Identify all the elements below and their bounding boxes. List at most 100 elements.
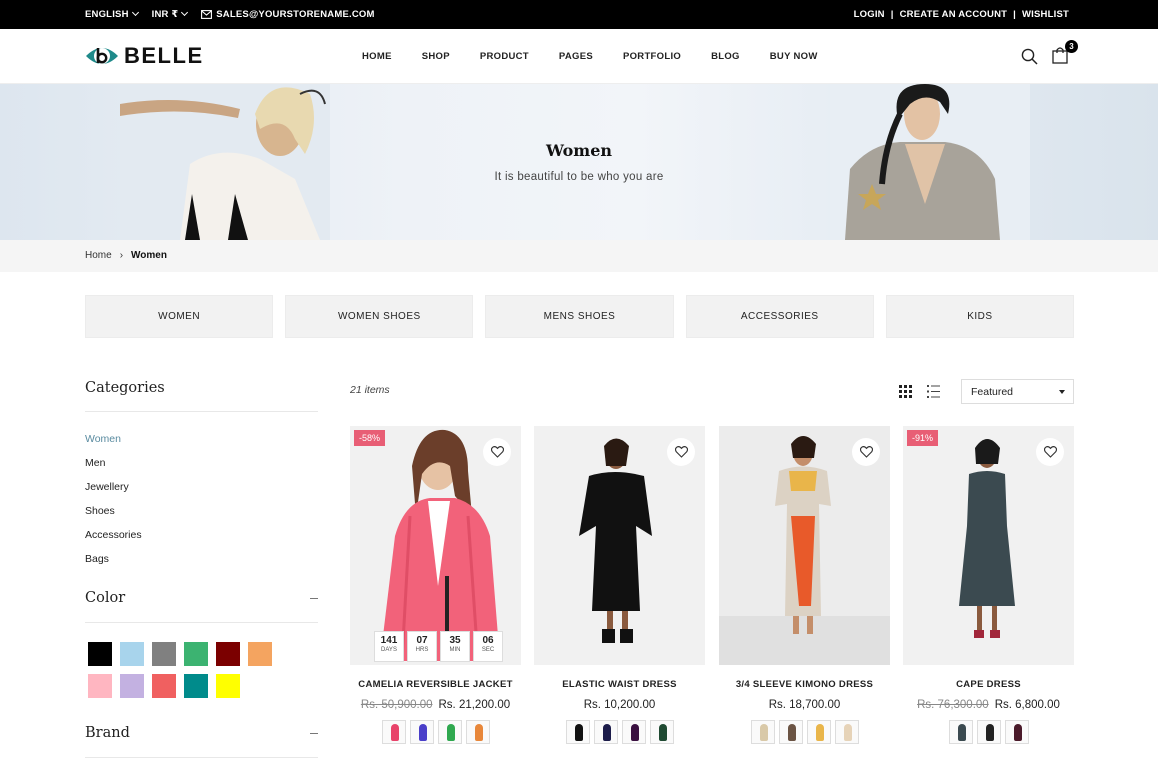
color-swatch[interactable] <box>88 642 112 666</box>
timer-minutes: 35 MIN <box>440 631 470 662</box>
category-link-jewellery[interactable]: Jewellery <box>85 479 142 503</box>
variant-thumbnail[interactable] <box>381 720 406 744</box>
wishlist-link[interactable]: WISHLIST <box>1022 9 1069 20</box>
nav-portfolio[interactable]: PORTFOLIO <box>623 51 681 62</box>
email-link[interactable]: SALES@YOURSTORENAME.COM <box>201 9 374 20</box>
product-name[interactable]: CAMELIA REVERSIBLE JACKET <box>350 679 521 690</box>
nav-blog[interactable]: BLOG <box>711 51 740 62</box>
wishlist-button[interactable] <box>852 438 880 466</box>
category-tiles: WOMEN WOMEN SHOES MENS SHOES ACCESSORIES… <box>85 295 1075 338</box>
category-tile-women[interactable]: WOMEN <box>85 295 274 338</box>
countdown-timer: 141 DAYS 07 HRS 35 MIN 06 SEC <box>374 631 503 662</box>
language-selector[interactable]: ENGLISH <box>85 8 139 20</box>
product-card[interactable]: -91% CAPE DRESS Rs. 76,300.00 Rs. 6,800.0… <box>903 426 1074 744</box>
category-link-accessories[interactable]: Accessories <box>85 527 142 551</box>
variant-thumbnail[interactable] <box>1004 720 1029 744</box>
product-name[interactable]: ELASTIC WAIST DRESS <box>534 679 705 690</box>
variant-figure <box>957 724 966 741</box>
breadcrumb-separator: › <box>119 250 124 261</box>
color-swatch[interactable] <box>216 642 240 666</box>
category-tile-women-shoes[interactable]: WOMEN SHOES <box>285 295 474 338</box>
color-swatch[interactable] <box>88 674 112 698</box>
variant-thumbnail[interactable] <box>976 720 1001 744</box>
collapse-minus-icon[interactable] <box>310 733 318 734</box>
product-image[interactable]: -58% 141 DAYS 07 HRS 35 MIN 06 SEC <box>350 426 521 665</box>
variant-swatches <box>534 720 705 744</box>
breadcrumb-home[interactable]: Home <box>85 250 112 261</box>
divider <box>85 622 318 623</box>
heart-icon <box>1043 446 1057 458</box>
cart-count-badge: 3 <box>1065 40 1078 53</box>
variant-figure <box>390 724 399 741</box>
variant-swatches <box>350 720 521 744</box>
product-card[interactable]: 3/4 SLEEVE KIMONO DRESS Rs. 18,700.00 <box>719 426 890 744</box>
variant-thumbnail[interactable] <box>778 720 803 744</box>
color-swatch[interactable] <box>216 674 240 698</box>
old-price: Rs. 76,300.00 <box>917 699 989 711</box>
category-link-women[interactable]: Women <box>85 431 142 455</box>
variant-thumbnail[interactable] <box>750 720 775 744</box>
nav-home[interactable]: HOME <box>362 51 392 62</box>
product-card[interactable]: -58% 141 DAYS 07 HRS 35 MIN 06 SEC CAMELIA R… <box>350 426 521 744</box>
create-account-link[interactable]: CREATE AN ACCOUNT <box>900 9 1008 20</box>
color-swatch[interactable] <box>248 642 272 666</box>
timer-label: DAYS <box>381 647 397 653</box>
variant-thumbnail[interactable] <box>593 720 618 744</box>
product-name[interactable]: 3/4 SLEEVE KIMONO DRESS <box>719 679 890 690</box>
wishlist-button[interactable] <box>1036 438 1064 466</box>
color-swatch[interactable] <box>120 674 144 698</box>
color-swatch[interactable] <box>152 642 176 666</box>
product-card[interactable]: ELASTIC WAIST DRESS Rs. 10,200.00 <box>534 426 705 744</box>
variant-thumbnail[interactable] <box>621 720 646 744</box>
wishlist-button[interactable] <box>483 438 511 466</box>
nav-pages[interactable]: PAGES <box>559 51 593 62</box>
timer-value: 07 <box>416 635 428 646</box>
product-image[interactable]: -91% <box>903 426 1074 665</box>
product-price: Rs. 76,300.00 Rs. 6,800.00 <box>903 699 1074 711</box>
variant-thumbnail[interactable] <box>465 720 490 744</box>
category-tile-kids[interactable]: KIDS <box>885 295 1075 338</box>
grid-view-icon[interactable] <box>899 385 912 398</box>
logo-mark-icon <box>86 48 118 64</box>
category-link-men[interactable]: Men <box>85 455 142 479</box>
heart-icon <box>490 446 504 458</box>
categories-heading: Categories <box>85 380 165 396</box>
category-link-shoes[interactable]: Shoes <box>85 503 142 527</box>
currency-selector[interactable]: INR ₹ <box>152 8 189 20</box>
nav-shop[interactable]: SHOP <box>422 51 450 62</box>
wishlist-button[interactable] <box>667 438 695 466</box>
color-swatch[interactable] <box>120 642 144 666</box>
nav-buy-now[interactable]: BUY NOW <box>770 51 818 62</box>
sort-select[interactable]: Featured <box>961 379 1074 404</box>
variant-figure <box>658 724 667 741</box>
variant-thumbnail[interactable] <box>834 720 859 744</box>
category-tile-accessories[interactable]: ACCESSORIES <box>685 295 874 338</box>
variant-figure <box>574 724 583 741</box>
color-swatch[interactable] <box>184 674 208 698</box>
search-icon[interactable] <box>1021 48 1038 65</box>
email-text: SALES@YOURSTORENAME.COM <box>216 9 375 20</box>
product-image[interactable] <box>534 426 705 665</box>
old-price: Rs. 50,900.00 <box>360 699 433 711</box>
login-link[interactable]: LOGIN <box>854 9 885 20</box>
product-image[interactable] <box>719 426 890 665</box>
variant-thumbnail[interactable] <box>948 720 973 744</box>
color-swatch[interactable] <box>184 642 208 666</box>
category-link-bags[interactable]: Bags <box>85 551 142 575</box>
variant-thumbnail[interactable] <box>565 720 590 744</box>
variant-thumbnail[interactable] <box>649 720 674 744</box>
timer-value: 141 <box>380 635 398 646</box>
product-name[interactable]: CAPE DRESS <box>903 679 1074 690</box>
variant-thumbnail[interactable] <box>806 720 831 744</box>
top-bar: ENGLISH INR ₹ SALES@YOURSTORENAME.COM LO… <box>0 0 1158 29</box>
product-price: Rs. 18,700.00 <box>719 699 890 711</box>
collapse-minus-icon[interactable] <box>310 598 318 599</box>
color-swatch[interactable] <box>152 674 176 698</box>
cart-button[interactable]: 3 <box>1052 40 1078 66</box>
nav-product[interactable]: PRODUCT <box>480 51 529 62</box>
logo[interactable]: BELLE <box>85 42 204 70</box>
variant-thumbnail[interactable] <box>437 720 462 744</box>
category-tile-mens-shoes[interactable]: MENS SHOES <box>485 295 674 338</box>
variant-thumbnail[interactable] <box>409 720 434 744</box>
list-view-icon[interactable] <box>927 385 940 398</box>
